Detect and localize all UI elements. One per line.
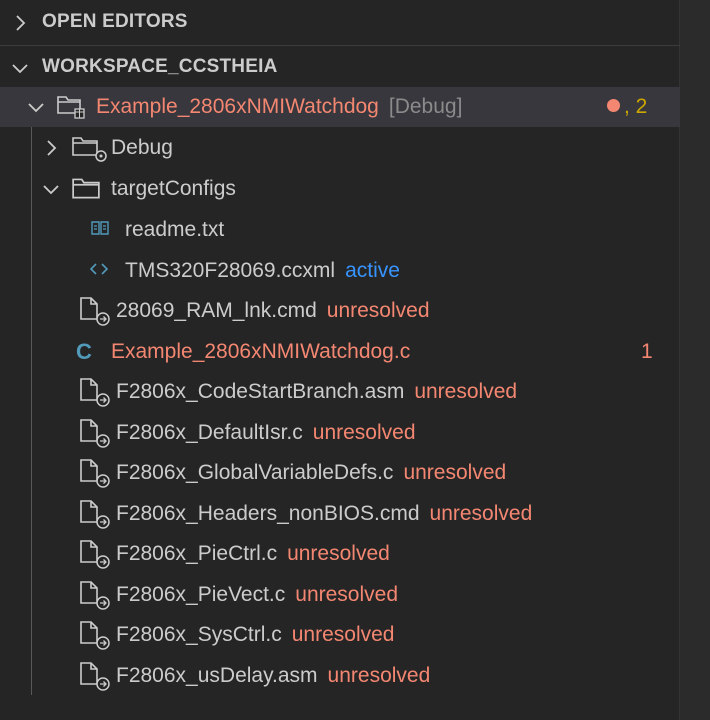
workspace-section-header[interactable]: WORKSPACE_CCSTHEIA <box>0 48 680 86</box>
unresolved-badge: unresolved <box>414 380 518 403</box>
tree-item-readme[interactable]: readme.txt <box>0 210 680 250</box>
unresolved-badge: unresolved <box>429 502 533 525</box>
error-dot-icon <box>607 99 620 112</box>
chevron-down-icon <box>41 179 61 199</box>
tree-item-file[interactable]: F2806x_Headers_nonBIOS.cmd unresolved <box>0 494 680 534</box>
section-divider <box>0 45 680 46</box>
open-editors-label: OPEN EDITORS <box>42 11 188 32</box>
file-link-icon <box>74 498 114 530</box>
unresolved-badge: unresolved <box>287 542 390 565</box>
unresolved-badge: unresolved <box>312 421 416 444</box>
file-name: Example_2806xNMIWatchdog.c <box>111 340 411 363</box>
tree-item-label: TMS320F28069.ccxml <box>125 259 336 282</box>
book-icon <box>91 221 109 235</box>
tree-item-file[interactable]: F2806x_PieVect.c unresolved <box>0 575 680 615</box>
unresolved-badge: unresolved <box>291 623 395 646</box>
file-link-icon <box>74 619 114 651</box>
file-name: 28069_RAM_lnk.cmd <box>116 299 317 322</box>
file-link-icon <box>74 376 114 408</box>
file-name: F2806x_SysCtrl.c <box>116 623 282 646</box>
file-name: F2806x_PieVect.c <box>116 583 286 606</box>
tree-item-label: targetConfigs <box>111 177 236 200</box>
file-link-icon <box>74 538 114 570</box>
active-badge: active <box>345 259 400 282</box>
code-icon <box>90 263 108 275</box>
explorer-panel: OPEN EDITORS WORKSPACE_CCSTHEIA Example_… <box>0 0 680 720</box>
tree-item-file[interactable]: F2806x_CodeStartBranch.asm unresolved <box>0 372 680 412</box>
tree-item-file[interactable]: 28069_RAM_lnk.cmd unresolved <box>0 291 680 331</box>
tree-item-targetconfigs-folder[interactable]: targetConfigs <box>0 169 680 209</box>
problems-count: 2 <box>635 95 648 118</box>
tree-item-file[interactable]: F2806x_DefaultIsr.c unresolved <box>0 413 680 453</box>
open-editors-section-header[interactable]: OPEN EDITORS <box>0 3 680 41</box>
unresolved-badge: unresolved <box>327 664 431 687</box>
explorer-scrollbar[interactable] <box>679 0 710 720</box>
file-name: F2806x_DefaultIsr.c <box>116 421 303 444</box>
unresolved-badge: unresolved <box>295 583 399 606</box>
file-link-icon <box>74 417 114 449</box>
unresolved-badge: unresolved <box>403 461 507 484</box>
tree-item-debug-folder[interactable]: Debug <box>0 128 680 168</box>
folder-icon <box>71 175 101 201</box>
chevron-right-icon <box>41 138 61 158</box>
project-folder-icon <box>57 96 85 119</box>
unresolved-badge: unresolved <box>326 299 430 322</box>
file-name: F2806x_usDelay.asm <box>116 664 318 687</box>
chevron-down-icon <box>10 58 30 78</box>
file-name: F2806x_Headers_nonBIOS.cmd <box>116 502 420 525</box>
build-config: [Debug] <box>388 95 463 118</box>
tree-item-ccxml[interactable]: TMS320F28069.ccxml active <box>0 251 680 291</box>
file-name: F2806x_PieCtrl.c <box>116 542 278 565</box>
c-language-icon: C <box>76 339 92 364</box>
tree-item-file[interactable]: F2806x_PieCtrl.c unresolved <box>0 534 680 574</box>
tree-item-project[interactable]: Example_2806xNMIWatchdog [Debug] , 2 <box>0 87 680 127</box>
file-link-icon <box>74 295 114 327</box>
project-name: Example_2806xNMIWatchdog <box>96 95 379 118</box>
file-link-icon <box>74 457 114 489</box>
file-link-icon <box>74 579 114 611</box>
workspace-label: WORKSPACE_CCSTHEIA <box>42 56 278 77</box>
tree-item-file[interactable]: F2806x_usDelay.asm unresolved <box>0 656 680 696</box>
tree-item-label: readme.txt <box>125 218 225 241</box>
file-name: F2806x_GlobalVariableDefs.c <box>116 461 394 484</box>
problems-count: 1 <box>641 340 653 363</box>
tree-item-file[interactable]: F2806x_GlobalVariableDefs.c unresolved <box>0 453 680 493</box>
chevron-right-icon <box>10 13 30 33</box>
build-folder-icon <box>72 137 107 162</box>
tree-item-c-source[interactable]: C Example_2806xNMIWatchdog.c 1 <box>0 332 680 372</box>
tree-item-label: Debug <box>111 136 173 159</box>
file-name: F2806x_CodeStartBranch.asm <box>116 380 405 403</box>
tree-item-file[interactable]: F2806x_SysCtrl.c unresolved <box>0 615 680 655</box>
chevron-down-icon <box>26 97 46 117</box>
problems-indicator: , 2 <box>607 95 647 119</box>
file-link-icon <box>74 660 114 692</box>
